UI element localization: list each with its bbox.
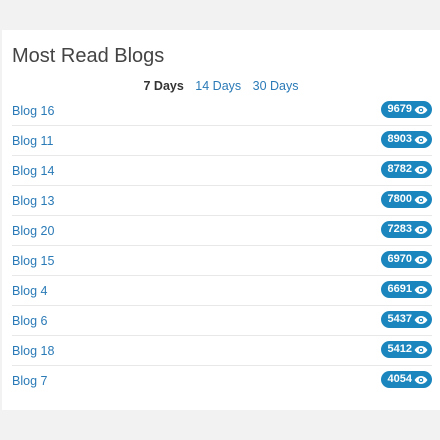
views-badge: 9679 <box>380 101 432 118</box>
list-item: Blog 18 5412 <box>12 336 432 366</box>
views-badge: 5437 <box>380 311 432 328</box>
eye-icon <box>414 165 428 174</box>
panel-title: Most Read Blogs <box>12 45 165 67</box>
eye-icon <box>414 225 428 234</box>
views-count: 6970 <box>387 253 412 265</box>
views-count: 7800 <box>387 193 412 205</box>
eye-icon <box>414 135 428 144</box>
eye-icon <box>414 255 428 264</box>
views-badge: 6691 <box>380 281 432 298</box>
list-item: Blog 11 8903 <box>12 126 432 156</box>
views-count: 4054 <box>387 373 412 385</box>
views-count: 8903 <box>387 133 412 145</box>
views-count: 5412 <box>387 343 412 355</box>
eye-icon <box>414 195 428 204</box>
list-item: Blog 7 4054 <box>12 366 432 396</box>
blog-link[interactable]: Blog 13 <box>12 194 54 208</box>
tab-14-days[interactable]: 14 Days <box>195 78 241 94</box>
list-item: Blog 6 5437 <box>12 306 432 336</box>
blog-link[interactable]: Blog 18 <box>12 344 54 358</box>
blog-link[interactable]: Blog 20 <box>12 224 54 238</box>
eye-icon <box>414 345 428 354</box>
blog-link[interactable]: Blog 11 <box>12 134 53 148</box>
views-badge: 4054 <box>380 371 432 388</box>
eye-icon <box>414 105 428 114</box>
views-count: 6691 <box>387 283 412 295</box>
tab-30-days[interactable]: 30 Days <box>253 78 299 94</box>
views-badge: 7800 <box>380 191 432 208</box>
period-tabs: 7 Days 14 Days 30 Days <box>2 78 440 94</box>
views-badge: 7283 <box>380 221 432 238</box>
views-count: 8782 <box>387 163 412 175</box>
blog-link[interactable]: Blog 4 <box>12 284 47 298</box>
views-count: 5437 <box>387 313 412 325</box>
blog-list: Blog 16 9679 Blog 11 8903 Blog 14 8782 B… <box>12 96 432 396</box>
list-item: Blog 20 7283 <box>12 216 432 246</box>
list-item: Blog 15 6970 <box>12 246 432 276</box>
views-badge: 6970 <box>380 251 432 268</box>
tab-7-days[interactable]: 7 Days <box>144 78 184 94</box>
views-badge: 5412 <box>380 341 432 358</box>
views-count: 9679 <box>387 103 412 115</box>
views-count: 7283 <box>387 223 412 235</box>
eye-icon <box>414 375 428 384</box>
views-badge: 8903 <box>380 131 432 148</box>
eye-icon <box>414 315 428 324</box>
list-item: Blog 16 9679 <box>12 96 432 126</box>
most-read-blogs-panel: Most Read Blogs 7 Days 14 Days 30 Days B… <box>2 30 440 410</box>
blog-link[interactable]: Blog 16 <box>12 104 54 118</box>
blog-link[interactable]: Blog 15 <box>12 254 54 268</box>
blog-link[interactable]: Blog 14 <box>12 164 54 178</box>
blog-link[interactable]: Blog 7 <box>12 374 47 388</box>
list-item: Blog 13 7800 <box>12 186 432 216</box>
blog-link[interactable]: Blog 6 <box>12 314 47 328</box>
views-badge: 8782 <box>380 161 432 178</box>
list-item: Blog 4 6691 <box>12 276 432 306</box>
list-item: Blog 14 8782 <box>12 156 432 186</box>
eye-icon <box>414 285 428 294</box>
